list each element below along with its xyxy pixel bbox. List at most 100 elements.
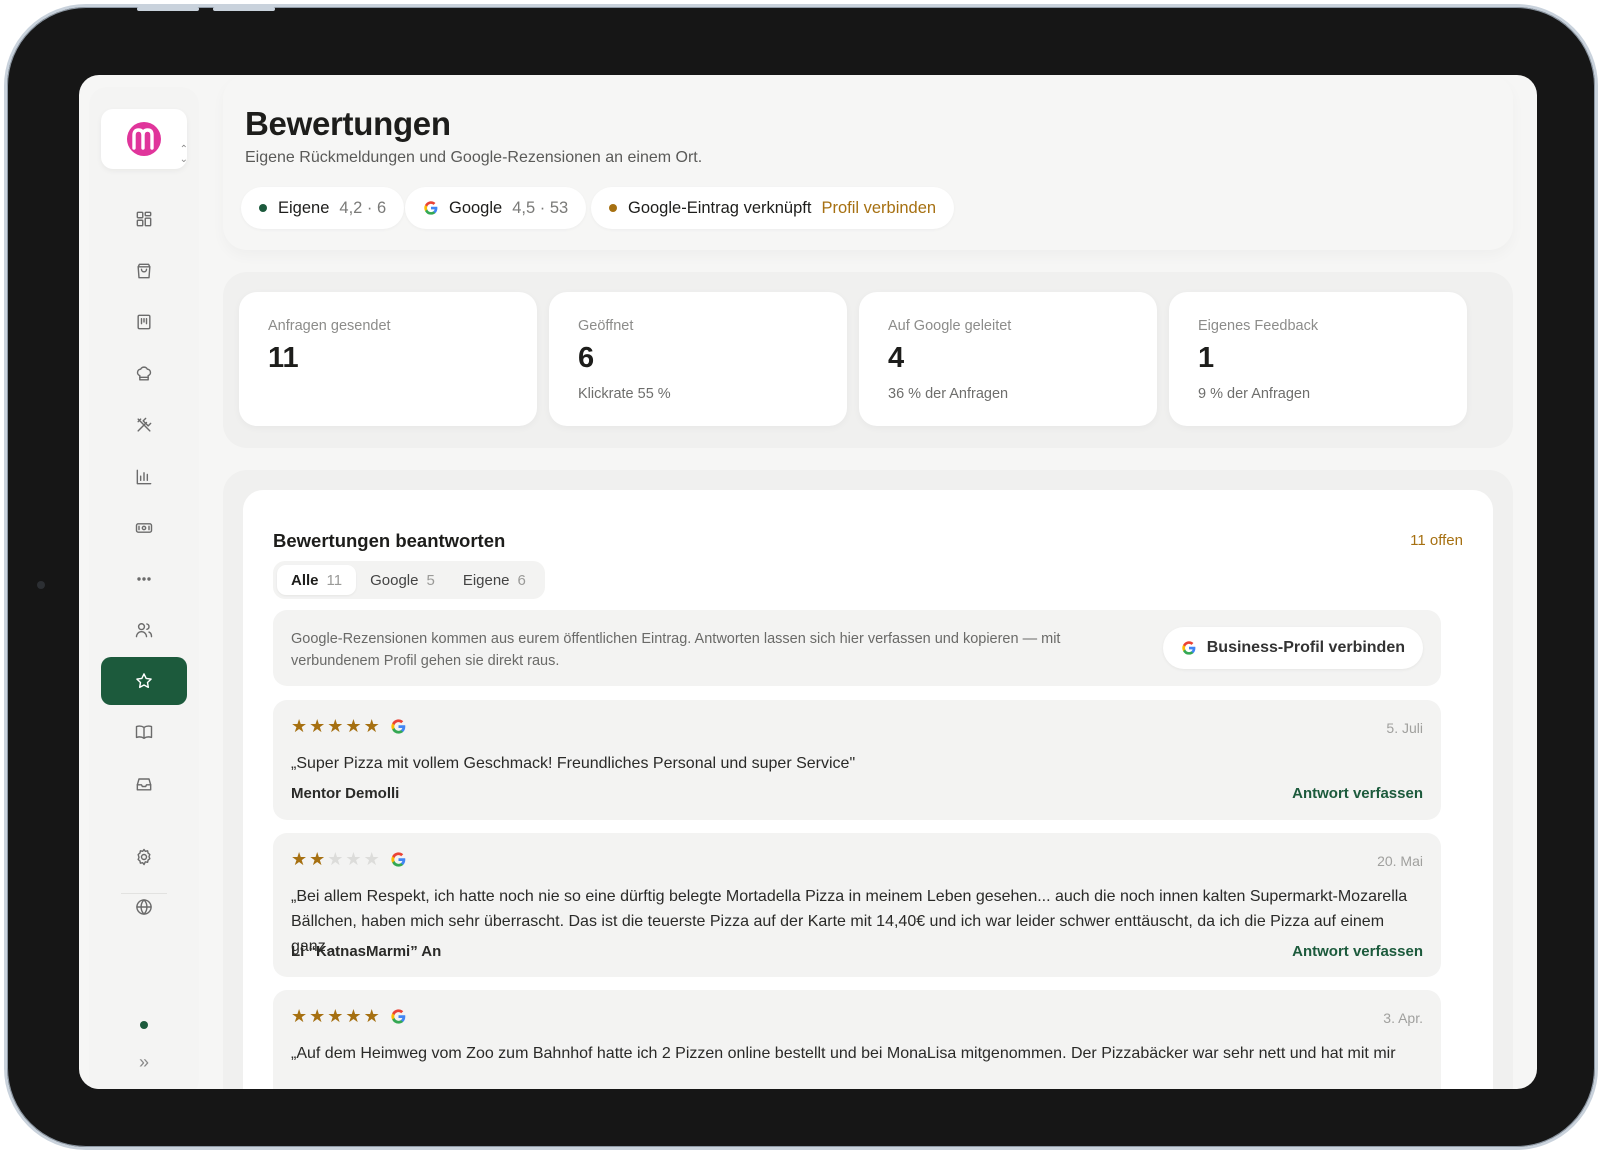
compose-reply-button[interactable]: Antwort verfassen xyxy=(1292,785,1423,802)
page-header: Bewertungen Eigene Rückmeldungen und Goo… xyxy=(223,75,1513,250)
own-dot-icon xyxy=(259,204,267,212)
stat-value: 1 xyxy=(1198,342,1215,374)
more-icon xyxy=(137,577,151,581)
star-rating: ★ ★ ★ ★ ★ xyxy=(291,1006,407,1026)
settings-icon xyxy=(137,848,151,866)
stat-card-opened: Geöffnet 6 Klickrate 55 % xyxy=(549,292,847,426)
chart-icon xyxy=(136,469,152,485)
shopping-bag-icon xyxy=(137,263,151,279)
tab-own[interactable]: Eigene 6 xyxy=(449,565,540,595)
nav-dashboard[interactable] xyxy=(101,195,187,243)
front-camera xyxy=(37,581,45,589)
star-icon: ★ xyxy=(327,849,344,869)
sidebar: ⌃ ⌄ » xyxy=(89,87,199,1089)
brand-m-logo xyxy=(127,122,161,156)
google-g-icon xyxy=(390,851,407,868)
own-rating-pill[interactable]: Eigene 4,2 · 6 xyxy=(241,187,405,229)
book-icon xyxy=(135,725,153,739)
tab-label: Eigene xyxy=(462,571,510,589)
nav-kitchen[interactable] xyxy=(101,350,187,398)
page-title: Bewertungen xyxy=(245,105,451,142)
tab-count: 11 xyxy=(326,571,343,589)
info-text: Google-Rezensionen kommen aus eurem öffe… xyxy=(291,631,1061,669)
stats-panel: Anfragen gesendet 11 Geöffnet 6 Klickrat… xyxy=(223,272,1513,448)
google-info-box: Google-Rezensionen kommen aus eurem öffe… xyxy=(273,610,1441,686)
app-screen: ⌃ ⌄ » Bewertungen Eigene Rückmeldungen u… xyxy=(79,75,1537,1089)
review-date: 20. Mai xyxy=(1377,853,1423,869)
google-g-icon xyxy=(390,718,407,735)
tab-label: Google xyxy=(370,571,419,589)
google-g-icon xyxy=(1181,640,1197,656)
review-item: ★ ★ ★ ★ ★ 3. Apr. „Auf dem Heimweg vom Zoo z… xyxy=(273,990,1441,1089)
own-meta: 4,2 · 6 xyxy=(339,198,387,217)
review-filter-tabs: Alle 11 Google 5 Eigene 6 xyxy=(273,561,545,599)
nav-orders[interactable] xyxy=(101,247,187,295)
nav-guide[interactable] xyxy=(101,708,187,756)
nav-vouchers[interactable] xyxy=(101,504,187,552)
star-rating: ★ ★ ★ ★ ★ xyxy=(291,849,407,869)
tab-count: 5 xyxy=(426,571,435,589)
google-meta: 4,5 · 53 xyxy=(512,198,569,217)
open-count-badge: 11 offen xyxy=(1410,532,1463,549)
utensils-icon xyxy=(137,417,152,432)
star-icon: ★ xyxy=(291,1006,308,1026)
star-icon: ★ xyxy=(309,1006,326,1026)
review-author: Mentor Demolli xyxy=(291,785,400,802)
menu-board-icon xyxy=(137,314,151,330)
review-item: ★ ★ ★ ★ ★ 5. Juli „Super Pizza mit vollem Ge… xyxy=(273,700,1441,820)
compose-reply-button[interactable]: Antwort verfassen xyxy=(1292,943,1423,960)
stat-sub: 36 % der Anfragen xyxy=(888,386,1009,402)
stat-label: Eigenes Feedback xyxy=(1198,318,1319,334)
review-item: ★ ★ ★ ★ ★ 20. Mai „Bei allem Respekt, ich ha… xyxy=(273,833,1441,977)
tab-count: 6 xyxy=(517,571,526,589)
workspace-switcher[interactable]: ⌃ ⌄ xyxy=(101,109,188,169)
star-icon: ★ xyxy=(327,1006,344,1026)
connect-profile-link[interactable]: Profil verbinden xyxy=(821,199,936,218)
star-icon: ★ xyxy=(345,716,362,736)
star-icon: ★ xyxy=(309,849,326,869)
tray-icon xyxy=(136,778,152,791)
review-text: „Bei allem Respekt, ich hatte noch nie s… xyxy=(291,888,1408,955)
tab-all[interactable]: Alle 11 xyxy=(277,565,357,595)
chevron-updown-icon: ⌃ ⌄ xyxy=(179,144,188,165)
tab-google[interactable]: Google 5 xyxy=(356,565,449,595)
stat-label: Anfragen gesendet xyxy=(268,318,391,334)
stat-label: Geöffnet xyxy=(578,318,634,334)
online-status-dot xyxy=(140,1021,148,1029)
device-button xyxy=(137,7,199,11)
connect-business-profile-button[interactable]: Business-Profil verbinden xyxy=(1162,627,1423,669)
google-rating-pill[interactable]: Google 4,5 · 53 xyxy=(405,187,587,229)
reviews-title: Bewertungen beantworten xyxy=(273,530,506,551)
nav-dishes[interactable] xyxy=(101,401,187,449)
google-listing-pill: Google-Eintrag verknüpft Profil verbinde… xyxy=(591,187,955,229)
google-g-icon xyxy=(390,1008,407,1025)
stat-card-feedback: Eigenes Feedback 1 9 % der Anfragen xyxy=(1169,292,1467,426)
review-text: „Auf dem Heimweg vom Zoo zum Bahnhof hat… xyxy=(291,1045,1396,1062)
stat-card-requests: Anfragen gesendet 11 xyxy=(239,292,537,426)
nav-reviews[interactable] xyxy=(101,657,187,705)
dashboard-icon xyxy=(136,211,152,227)
stat-value: 6 xyxy=(578,342,595,374)
nav-more[interactable] xyxy=(101,555,187,603)
nav-menu[interactable] xyxy=(101,298,187,346)
expand-sidebar-icon[interactable]: » xyxy=(101,1047,187,1077)
chef-hat-icon xyxy=(136,366,152,381)
nav-analytics[interactable] xyxy=(101,453,187,501)
nav-inbox[interactable] xyxy=(101,760,187,808)
stat-label: Auf Google geleitet xyxy=(888,318,1012,334)
review-date: 3. Apr. xyxy=(1383,1010,1423,1026)
globe-icon xyxy=(136,899,152,915)
connect-button-label: Business-Profil verbinden xyxy=(1206,639,1405,656)
nav-website[interactable] xyxy=(101,883,187,931)
star-icon xyxy=(136,673,152,689)
reviews-panel: Bewertungen beantworten 11 offen Alle 11… xyxy=(223,470,1513,1089)
star-icon: ★ xyxy=(363,849,380,869)
nav-settings[interactable] xyxy=(101,833,187,881)
star-icon: ★ xyxy=(345,849,362,869)
nav-customers[interactable] xyxy=(101,606,187,654)
listing-dot-icon xyxy=(609,204,617,212)
star-icon: ★ xyxy=(327,716,344,736)
stat-value: 11 xyxy=(268,342,299,374)
stat-value: 4 xyxy=(888,342,905,374)
star-icon: ★ xyxy=(345,1006,362,1026)
